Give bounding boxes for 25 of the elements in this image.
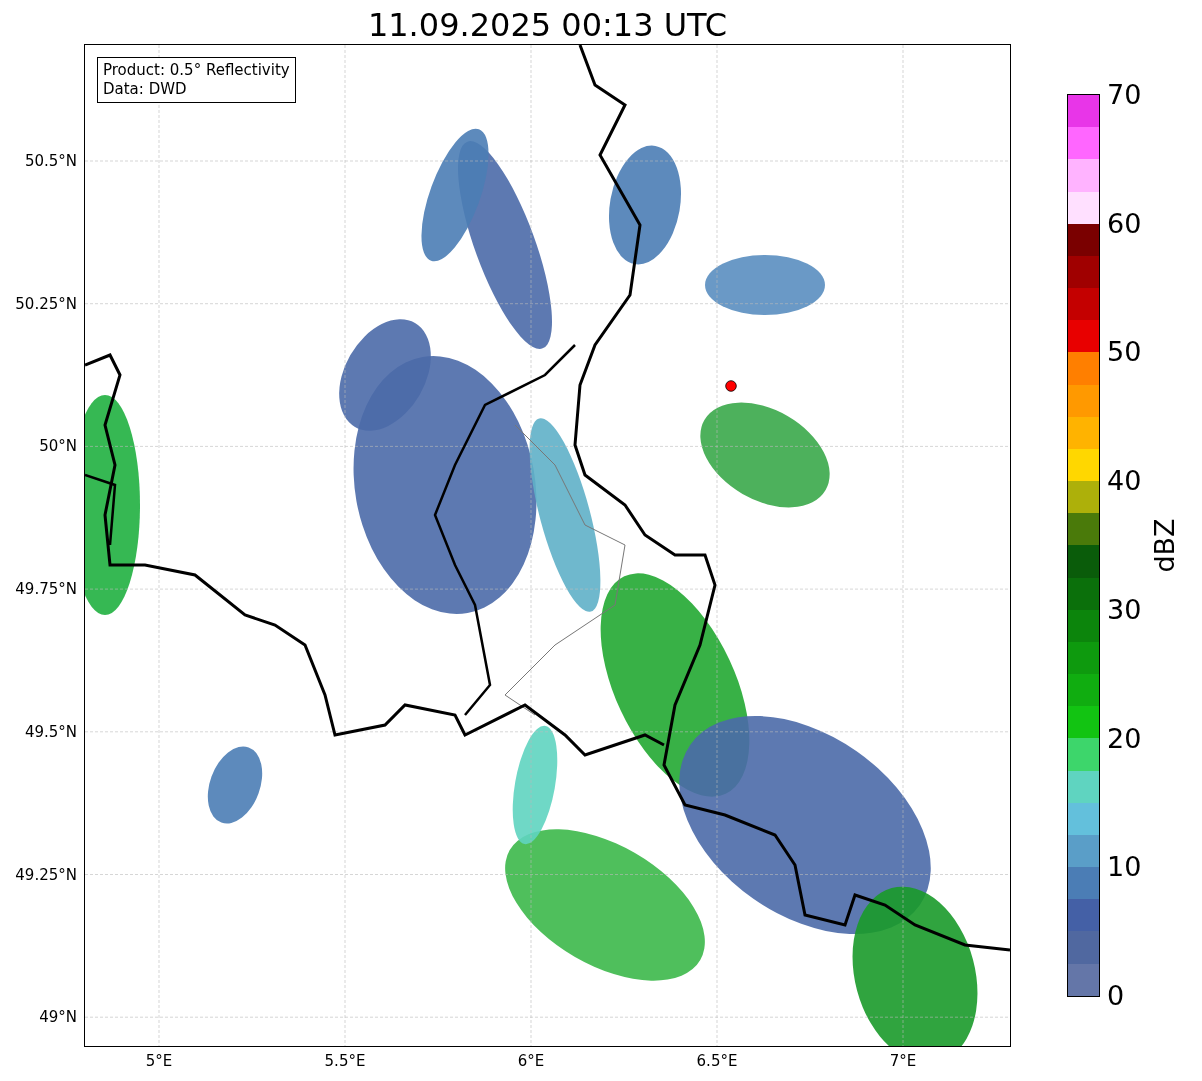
- latitude-label: 50.5°N: [24, 152, 77, 170]
- legend-text: Product: 0.5° Reflectivity: [103, 61, 290, 80]
- latitude-label: 49.25°N: [15, 865, 77, 884]
- colorbar-label: dBZ: [1148, 518, 1180, 573]
- latitude-label: 49.75°N: [15, 580, 77, 599]
- longitude-label: 7°E: [889, 1052, 917, 1070]
- colorbar-tick-label: 20: [1107, 723, 1142, 754]
- latitude-label: 49°N: [39, 1008, 77, 1027]
- colorbar-tick-label: 50: [1107, 337, 1142, 368]
- colorbar-tick-label: 30: [1107, 594, 1142, 625]
- colorbar-tick-label: 0: [1107, 981, 1125, 1011]
- latitude-label: 49.5°N: [24, 722, 77, 741]
- latitude-label: 50°N: [39, 437, 77, 456]
- colorbar-tick-label: 10: [1107, 852, 1142, 883]
- longitude-label: 6.5°E: [696, 1052, 738, 1070]
- colorbar-tick-label: 40: [1107, 466, 1142, 497]
- legend-text: Data: DWD: [103, 80, 188, 99]
- chart-title: 11.09.2025 00:13 UTC: [367, 5, 728, 45]
- longitude-label: 6°E: [517, 1052, 545, 1070]
- latitude-label: 50.25°N: [15, 294, 77, 313]
- colorbar-tick-label: 70: [1107, 80, 1142, 110]
- longitude-label: 5°E: [145, 1052, 173, 1070]
- location-marker-icon: [725, 380, 737, 392]
- colorbar-tick-label: 60: [1107, 208, 1142, 239]
- longitude-label: 5.5°E: [324, 1052, 366, 1070]
